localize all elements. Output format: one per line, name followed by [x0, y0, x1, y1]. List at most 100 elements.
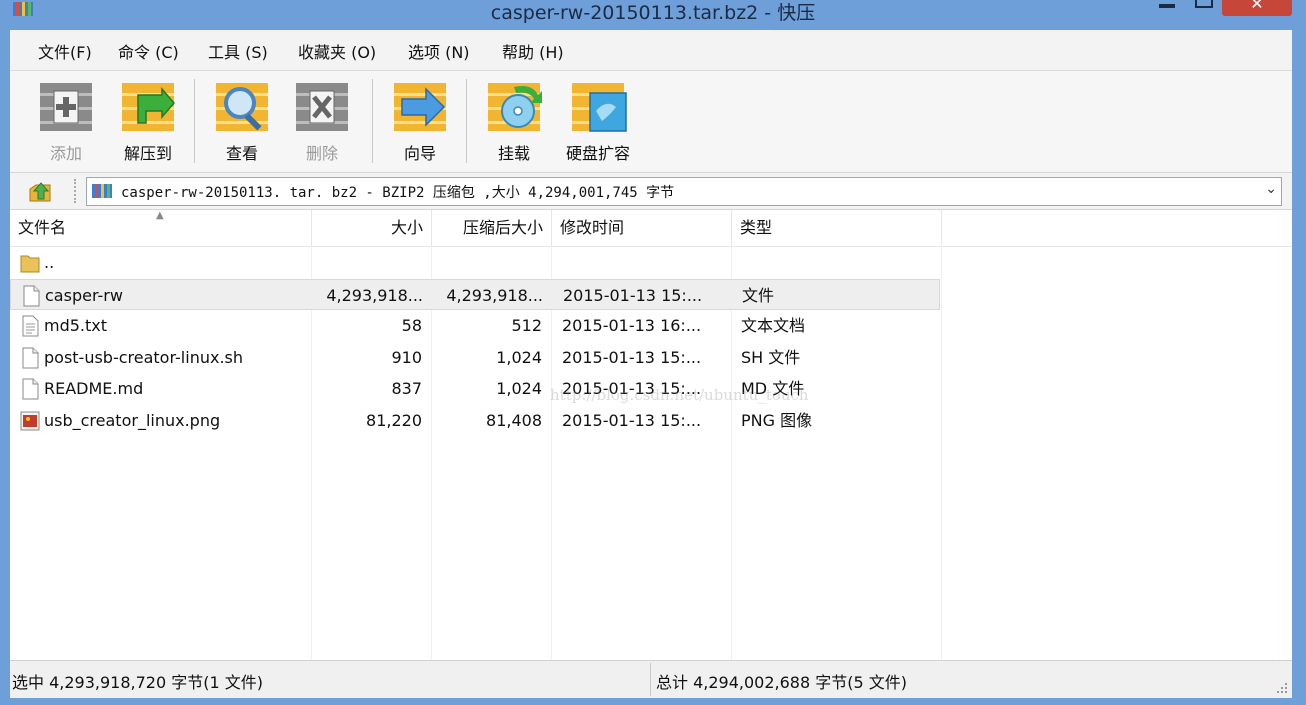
file-packed-size: 1,024 [496, 379, 542, 398]
sort-ascending-icon: ▲ [156, 210, 164, 221]
address-bar: casper-rw-20150113. tar. bz2 - BZIP2 压缩包… [10, 173, 1292, 210]
file-name: README.md [44, 379, 144, 398]
file-icon [23, 285, 40, 306]
menu-options[interactable]: 选项 (N) [406, 39, 472, 63]
file-size: 910 [391, 347, 422, 367]
column-modified-label: 修改时间 [560, 218, 625, 237]
extract-button[interactable]: 解压到 [108, 81, 188, 165]
file-packed-size: 81,408 [486, 410, 542, 430]
status-divider [650, 663, 651, 696]
add-label: 添加 [49, 144, 82, 163]
folder-icon [20, 255, 40, 273]
file-name: casper-rw [45, 285, 123, 305]
disk-expand-label: 硬盘扩容 [565, 144, 630, 163]
menu-command[interactable]: 命令 (C) [116, 39, 181, 63]
file-modified: 2015-01-13 16:... [562, 316, 702, 335]
file-name: .. [44, 253, 55, 272]
menu-help[interactable]: 帮助 (H) [500, 39, 566, 63]
title-bar: casper-rw-20150113.tar.bz2 - 快压 ✕ [0, 0, 1306, 30]
window-client: 文件(F) 命令 (C) 工具 (S) 收藏夹 (O) 选项 (N) 帮助 (H… [10, 30, 1292, 698]
delete-label: 删除 [305, 144, 338, 163]
column-header: 文件名 ▲ 大小 压缩后大小 修改时间 类型 [10, 210, 1292, 247]
magnifier-icon [216, 83, 268, 131]
file-icon [22, 378, 39, 400]
mount-button[interactable]: 挂载 [474, 81, 554, 165]
disk-expand-icon [572, 83, 627, 132]
mount-disc-icon [488, 83, 542, 131]
file-name: post-usb-creator-linux.sh [44, 347, 243, 367]
wizard-button[interactable]: 向导 [380, 81, 460, 165]
address-field[interactable]: casper-rw-20150113. tar. bz2 - BZIP2 压缩包… [86, 177, 1282, 206]
delete-icon [296, 83, 348, 131]
add-button[interactable]: 添加 [26, 81, 106, 165]
file-size: 837 [391, 379, 422, 398]
window-title: casper-rw-20150113.tar.bz2 - 快压 [490, 2, 816, 24]
column-type[interactable]: 类型 [732, 210, 942, 246]
file-size [312, 247, 432, 278]
column-name-label: 文件名 [18, 218, 67, 237]
file-type: PNG 图像 [741, 410, 813, 430]
table-row[interactable]: casper-rw 4,293,918... 4,293,918... 2015-01… [10, 278, 940, 310]
status-selected: 选中 4,293,918,720 字节(1 文件) [12, 673, 263, 692]
toolbar-separator [466, 79, 467, 163]
column-modified[interactable]: 修改时间 [552, 210, 732, 246]
table-row[interactable]: .. [10, 247, 940, 278]
menu-tools[interactable]: 工具 (S) [206, 39, 270, 63]
resize-grip-icon[interactable] [1276, 682, 1288, 694]
file-modified [562, 247, 732, 278]
file-icon [22, 347, 39, 368]
table-row[interactable]: post-usb-creator-linux.sh 910 1,024 2015-01… [10, 342, 940, 373]
address-text: casper-rw-20150113. tar. bz2 - BZIP2 压缩包… [121, 185, 675, 201]
toolbar-separator [194, 79, 195, 163]
close-icon: ✕ [1250, 0, 1264, 13]
table-row[interactable]: README.md 837 1,024 2015-01-13 15:... MD 文件 [10, 373, 940, 404]
image-file-icon [20, 411, 40, 430]
chevron-down-icon[interactable]: ⌄ [1265, 181, 1277, 197]
minimize-button[interactable] [1155, 0, 1179, 16]
file-packed-size: 1,024 [496, 347, 542, 367]
file-list[interactable]: 文件名 ▲ 大小 压缩后大小 修改时间 类型 .. casper-rw 4,293,… [10, 210, 1292, 660]
file-type: 文本文档 [741, 316, 806, 335]
file-type: SH 文件 [741, 347, 801, 367]
mount-label: 挂载 [497, 144, 530, 163]
file-name: usb_creator_linux.png [44, 410, 221, 430]
view-label: 查看 [225, 144, 258, 163]
menu-favorites[interactable]: 收藏夹 (O) [296, 39, 378, 63]
extract-icon [122, 83, 175, 131]
wizard-label: 向导 [403, 144, 436, 163]
wizard-arrow-icon [394, 83, 446, 131]
file-packed-size: 512 [511, 316, 542, 335]
column-size[interactable]: 大小 [312, 210, 432, 246]
file-modified: 2015-01-13 15:... [563, 285, 703, 305]
disk-expand-button[interactable]: 硬盘扩容 [558, 81, 638, 165]
add-icon [40, 83, 92, 131]
file-modified: 2015-01-13 15:... [562, 410, 702, 430]
file-type: MD 文件 [741, 379, 805, 398]
file-modified: 2015-01-13 15:... [562, 347, 702, 367]
menu-file[interactable]: 文件(F) [36, 39, 94, 63]
file-type: 文件 [742, 285, 775, 305]
column-packed-size[interactable]: 压缩后大小 [432, 210, 552, 246]
menu-bar: 文件(F) 命令 (C) 工具 (S) 收藏夹 (O) 选项 (N) 帮助 (H… [10, 30, 1292, 71]
column-packed-label: 压缩后大小 [462, 218, 543, 237]
table-row[interactable]: md5.txt 58 512 2015-01-13 16:... 文本文档 [10, 310, 940, 341]
text-file-icon [22, 315, 39, 337]
view-button[interactable]: 查看 [202, 81, 282, 165]
column-size-label: 大小 [390, 218, 423, 237]
status-bar: 选中 4,293,918,720 字节(1 文件) 总计 4,294,002,6… [10, 660, 1292, 698]
file-size: 4,293,918... [326, 285, 423, 305]
toolbar-separator [372, 79, 373, 163]
delete-button[interactable]: 删除 [282, 81, 362, 165]
file-type [741, 247, 941, 278]
toolbar: 添加 解压到 查看 删除 向导 挂载 硬盘扩容 [10, 71, 1292, 173]
extract-label: 解压到 [123, 144, 172, 163]
status-total: 总计 4,294,002,688 字节(5 文件) [656, 673, 907, 692]
table-row[interactable]: usb_creator_linux.png 81,220 81,408 2015-01… [10, 405, 940, 436]
address-grip [74, 179, 82, 203]
close-button[interactable]: ✕ [1222, 0, 1292, 16]
up-folder-icon[interactable] [28, 179, 54, 203]
archive-icon [92, 184, 112, 198]
column-name[interactable]: 文件名 ▲ [10, 210, 312, 246]
maximize-button[interactable] [1191, 0, 1215, 16]
file-packed-size [432, 247, 552, 278]
